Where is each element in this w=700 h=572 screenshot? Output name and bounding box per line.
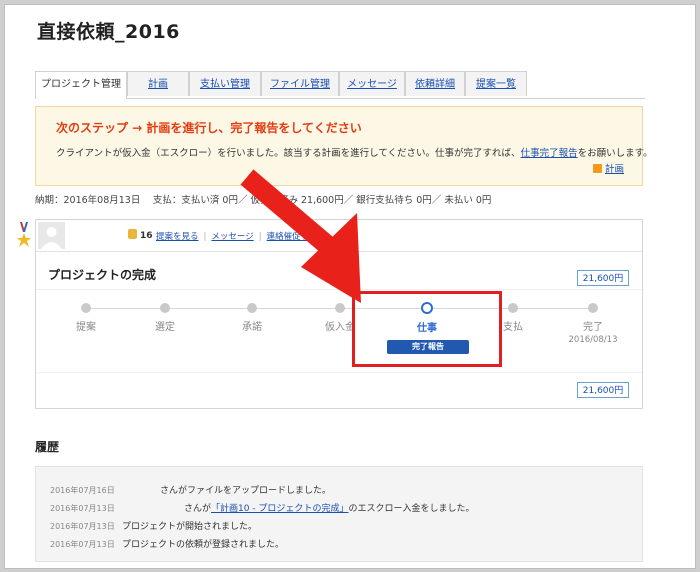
step-label: 承諾 — [242, 322, 262, 333]
notice-body-tail: をお願いします。 — [577, 148, 653, 159]
plan-rss-link[interactable]: 計画 — [592, 161, 624, 175]
rank-badge-icon — [128, 229, 137, 239]
step-dot — [588, 303, 598, 313]
history-text: さんが — [184, 504, 212, 514]
history-row: 2016年07月16日 さんがファイルをアップロードしました。 — [50, 483, 331, 496]
avatar[interactable] — [38, 222, 65, 249]
payment-summary: 納期：2016年08月13日 支払：支払い済 0円／ 仮払い済み 21,600円… — [35, 195, 492, 206]
notice-body-text: クライアントが仮入金（エスクロー）を行いました。該当する計画を進行してください。… — [56, 148, 521, 159]
tab-messages[interactable]: メッセージ — [339, 71, 405, 96]
history-title: 履歴 — [35, 440, 60, 454]
amount-bottom: 21,600円 — [577, 382, 629, 398]
reminder-link[interactable]: 連絡催促する — [267, 232, 318, 242]
step-date: 2016/08/13 — [568, 335, 618, 345]
step-approval: 承諾 — [212, 303, 292, 333]
work-complete-report-link[interactable]: 仕事完了報告 — [521, 148, 578, 159]
history-date: 2016年07月13日 — [50, 504, 115, 513]
medal-icon — [17, 222, 31, 250]
history-row: 2016年07月13日 さんが「計画10 - プロジェクトの完成」のエスクロー入金… — [50, 501, 474, 514]
history-text: プロジェクトが開始されました。 — [122, 522, 258, 532]
tab-request-details[interactable]: 依頼詳細 — [405, 71, 465, 96]
tab-bar: プロジェクト管理 計画 支払い管理 ファイル管理 メッセージ 依頼詳細 提案一覧 — [35, 71, 645, 99]
tab-files[interactable]: ファイル管理 — [261, 71, 339, 96]
history-text: のエスクロー入金をしました。 — [348, 504, 475, 514]
tab-plan[interactable]: 計画 — [127, 71, 189, 96]
highlight-box — [352, 291, 502, 367]
history-list: 2016年07月16日 さんがファイルをアップロードしました。 2016年07月1… — [35, 466, 643, 562]
rank-count: 16 — [128, 229, 153, 241]
history-text: プロジェクトの依頼が登録されました。 — [122, 540, 285, 550]
history-date: 2016年07月13日 — [50, 540, 115, 549]
history-row: 2016年07月13日 プロジェクトが開始されました。 — [50, 519, 257, 532]
step-dot — [160, 303, 170, 313]
history-text: さんがファイルをアップロードしました。 — [160, 486, 332, 496]
rss-icon — [592, 164, 602, 173]
notice-title: 次のステップ → 計画を進行し、完了報告をしてください — [56, 121, 362, 135]
step-dot — [81, 303, 91, 313]
plan-rss-label: 計画 — [604, 164, 624, 175]
step-proposal: 提案 — [46, 303, 126, 333]
amount-top: 21,600円 — [577, 270, 629, 286]
project-title: プロジェクトの完成 — [48, 268, 157, 282]
step-dot — [335, 303, 345, 313]
page-frame: 直接依頼_2016 プロジェクト管理 計画 支払い管理 ファイル管理 メッセージ… — [4, 4, 696, 569]
notice-body: クライアントが仮入金（エスクロー）を行いました。該当する計画を進行してください。… — [56, 145, 653, 159]
project-card: 16 提案を見る | メッセージ | 連絡催促する プロジェクトの完成 21,600円 … — [35, 219, 643, 409]
step-label: 完了 — [583, 322, 603, 333]
step-label: 提案 — [76, 322, 96, 333]
next-step-notice: 次のステップ → 計画を進行し、完了報告をしてください クライアントが仮入金（エ… — [35, 106, 653, 186]
step-complete: 完了 2016/08/13 — [553, 303, 633, 345]
step-label: 選定 — [155, 322, 175, 333]
step-dot — [508, 303, 518, 313]
history-plan-link[interactable]: 「計画10 - プロジェクトの完成」 — [211, 504, 348, 514]
divider — [36, 289, 642, 290]
tab-project-management[interactable]: プロジェクト管理 — [35, 71, 127, 99]
message-link[interactable]: メッセージ — [211, 232, 253, 242]
divider — [36, 372, 642, 373]
step-dot — [247, 303, 257, 313]
step-selection: 選定 — [125, 303, 205, 333]
card-header: 16 提案を見る | メッセージ | 連絡催促する — [36, 220, 642, 252]
rank-value: 16 — [140, 231, 153, 241]
tab-payment[interactable]: 支払い管理 — [189, 71, 261, 96]
history-date: 2016年07月13日 — [50, 522, 115, 531]
card-header-links: 提案を見る | メッセージ | 連絡催促する — [156, 232, 318, 242]
history-row: 2016年07月13日 プロジェクトの依頼が登録されました。 — [50, 537, 284, 550]
page-title: 直接依頼_2016 — [37, 21, 180, 43]
view-proposal-link[interactable]: 提案を見る — [156, 232, 199, 242]
history-date: 2016年07月16日 — [50, 486, 115, 495]
tab-proposals[interactable]: 提案一覧 — [465, 71, 527, 96]
